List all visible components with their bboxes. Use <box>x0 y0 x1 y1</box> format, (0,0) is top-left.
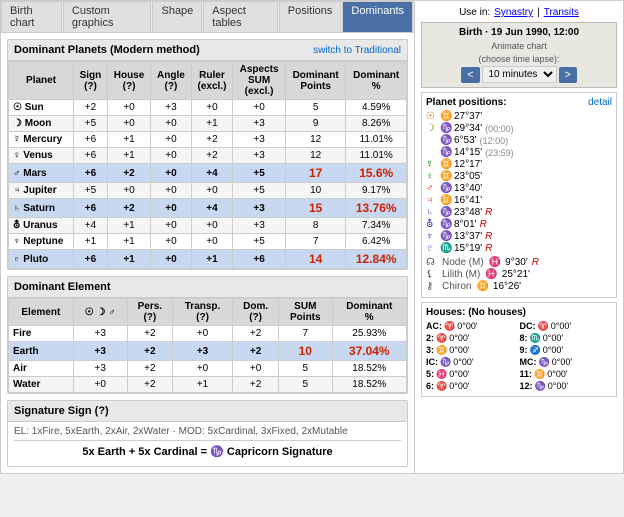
table-row: Fire <box>9 326 74 342</box>
dominant-element-section: Dominant Element Element ☉ ☽ ♂ Pers.(?) … <box>7 276 408 394</box>
planet-position-row: ☿♊12°17' <box>426 159 612 170</box>
time-lapse-select[interactable]: 1 minute5 minutes10 minutes30 minutes1 h… <box>482 66 557 83</box>
node-position-row: ⚷Chiron♊16°26' <box>426 281 612 292</box>
col-house: House(?) <box>107 62 150 100</box>
col-angle: Angle(?) <box>151 62 191 100</box>
animate-controls: < 1 minute5 minutes10 minutes30 minutes1… <box>426 66 612 83</box>
table-row: ♀ Venus <box>9 148 74 164</box>
col-elem-pct: Dominant% <box>332 299 406 326</box>
list-item: 6:♈0°00' <box>426 381 519 392</box>
col-elem-dom: Dom.(?) <box>233 299 279 326</box>
table-row: ♃ Jupiter <box>9 183 74 199</box>
table-row: Water <box>9 377 74 393</box>
node-position-row: ☊Node (M)♓9°30'R <box>426 257 612 268</box>
planet-position-row: ♂♑13°40' <box>426 183 612 194</box>
col-elem-sym: ☉ ☽ ♂ <box>73 299 127 326</box>
birth-box: Birth · 19 Jun 1990, 12:00 Animate chart… <box>421 22 617 88</box>
animate-back-button[interactable]: < <box>461 67 479 83</box>
table-row: ☽ Moon <box>9 116 74 132</box>
house-grid: AC:♈0°00'DC:♈0°00'2:♈0°00'8:♏0°00'3:♊0°0… <box>426 321 612 392</box>
tab-positions[interactable]: Positions <box>279 1 342 32</box>
birth-date: Birth · 19 Jun 1990, 12:00 <box>426 27 612 38</box>
col-elem-pers: Pers.(?) <box>127 299 172 326</box>
table-row: ☿ Mercury <box>9 132 74 148</box>
list-item: MC:♑0°00' <box>520 357 613 368</box>
list-item: 2:♈0°00' <box>426 333 519 344</box>
table-row: ♄ Saturn <box>9 199 74 218</box>
node-positions-list: ☊Node (M)♓9°30'R⚸Lilith (M)♓25°21'⚷Chiro… <box>426 257 612 292</box>
table-row: ♂ Mars <box>9 164 74 183</box>
dominant-planets-table: Planet Sign(?) House(?) Angle(?) Ruler(e… <box>8 61 407 269</box>
list-item: 11:♊0°00' <box>520 369 613 380</box>
planet-position-row: ♆♑13°37'R <box>426 231 612 242</box>
transits-link[interactable]: Transits <box>544 7 579 18</box>
switch-to-traditional-link[interactable]: switch to Traditional <box>313 45 401 56</box>
animate-forward-button[interactable]: > <box>559 67 577 83</box>
planet-position-row: ☽♑29°34'(00:00) <box>426 123 612 134</box>
list-item: 12:♑0°00' <box>520 381 613 392</box>
list-item: 5:♓0°00' <box>426 369 519 380</box>
tab-aspect-tables[interactable]: Aspect tables <box>203 1 277 32</box>
planet-position-row: ♑6°53'(12:00) <box>426 135 612 146</box>
dominant-planets-section: Dominant Planets (Modern method) switch … <box>7 39 408 270</box>
list-item: 3:♊0°00' <box>426 345 519 356</box>
signature-result: 5x Earth + 5x Cardinal = ♑ Capricorn Sig… <box>14 440 401 462</box>
col-elem-transp: Transp.(?) <box>172 299 232 326</box>
table-row: ♆ Neptune <box>9 234 74 250</box>
dominant-element-title: Dominant Element <box>14 281 111 293</box>
use-in-label: Use in: <box>459 7 490 18</box>
signature-header: Signature Sign (?) <box>8 401 407 422</box>
col-points: DominantPoints <box>285 62 346 100</box>
list-item: 8:♏0°00' <box>520 333 613 344</box>
table-row: ♇ Pluto <box>9 250 74 269</box>
dominant-element-header: Dominant Element <box>8 277 407 298</box>
planet-position-row: ♃♊16°41' <box>426 195 612 206</box>
tab-bar: Birth chart Custom graphics Shape Aspect… <box>1 1 414 33</box>
tab-shape[interactable]: Shape <box>152 1 202 32</box>
signature-body: EL: 1xFire, 5xEarth, 2xAir, 2xWater · MO… <box>8 422 407 466</box>
animate-label: Animate chart <box>426 41 612 51</box>
houses-title: Houses: (No houses) <box>426 307 612 318</box>
houses-box: Houses: (No houses) AC:♈0°00'DC:♈0°00'2:… <box>421 302 617 397</box>
tab-dominants[interactable]: Dominants <box>342 1 413 32</box>
planet-position-row: ⛢♑8°01'R <box>426 219 612 230</box>
node-position-row: ⚸Lilith (M)♓25°21' <box>426 269 612 280</box>
signature-title: Signature Sign (?) <box>14 405 109 417</box>
col-aspects: AspectsSUM(excl.) <box>233 62 286 100</box>
positions-title: Planet positions: detail <box>426 97 612 108</box>
list-item: DC:♈0°00' <box>520 321 613 332</box>
planet-positions-list: ☉♊27°37'☽♑29°34'(00:00)♑6°53'(12:00)♑14°… <box>426 111 612 254</box>
tab-custom-graphics[interactable]: Custom graphics <box>63 1 152 32</box>
dominant-planets-header: Dominant Planets (Modern method) switch … <box>8 40 407 61</box>
positions-detail-link[interactable]: detail <box>588 97 612 108</box>
planet-positions-box: Planet positions: detail ☉♊27°37'☽♑29°34… <box>421 92 617 298</box>
signature-elements-text: EL: 1xFire, 5xEarth, 2xAir, 2xWater · MO… <box>14 426 401 437</box>
tab-birth-chart[interactable]: Birth chart <box>1 1 62 32</box>
list-item: 9:♐0°00' <box>520 345 613 356</box>
table-row: Earth <box>9 342 74 361</box>
col-elem-points: SUMPoints <box>279 299 332 326</box>
col-element: Element <box>9 299 74 326</box>
dominant-planets-title: Dominant Planets (Modern method) <box>14 44 200 56</box>
list-item: AC:♈0°00' <box>426 321 519 332</box>
planet-position-row: ♄♑23°48'R <box>426 207 612 218</box>
planet-position-row: ♑14°15'(23:59) <box>426 147 612 158</box>
table-row: ⛢ Uranus <box>9 218 74 234</box>
table-row: ☉ Sun <box>9 100 74 116</box>
animate-sublabel: (choose time lapse): <box>426 54 612 64</box>
col-ruler: Ruler(excl.) <box>191 62 233 100</box>
list-item: IC:♑0°00' <box>426 357 519 368</box>
signature-section: Signature Sign (?) EL: 1xFire, 5xEarth, … <box>7 400 408 467</box>
table-row: Air <box>9 361 74 377</box>
synastry-link[interactable]: Synastry <box>494 7 533 18</box>
dominant-element-table: Element ☉ ☽ ♂ Pers.(?) Transp.(?) Dom.(?… <box>8 298 407 393</box>
col-sign: Sign(?) <box>74 62 108 100</box>
planet-position-row: ♇♏15°19'R <box>426 243 612 254</box>
col-planet: Planet <box>9 62 74 100</box>
planet-position-row: ☉♊27°37' <box>426 111 612 122</box>
right-panel: Use in: Synastry | Transits Birth · 19 J… <box>415 0 624 474</box>
planet-position-row: ♀♊23°05' <box>426 171 612 182</box>
col-pct: Dominant% <box>346 62 407 100</box>
